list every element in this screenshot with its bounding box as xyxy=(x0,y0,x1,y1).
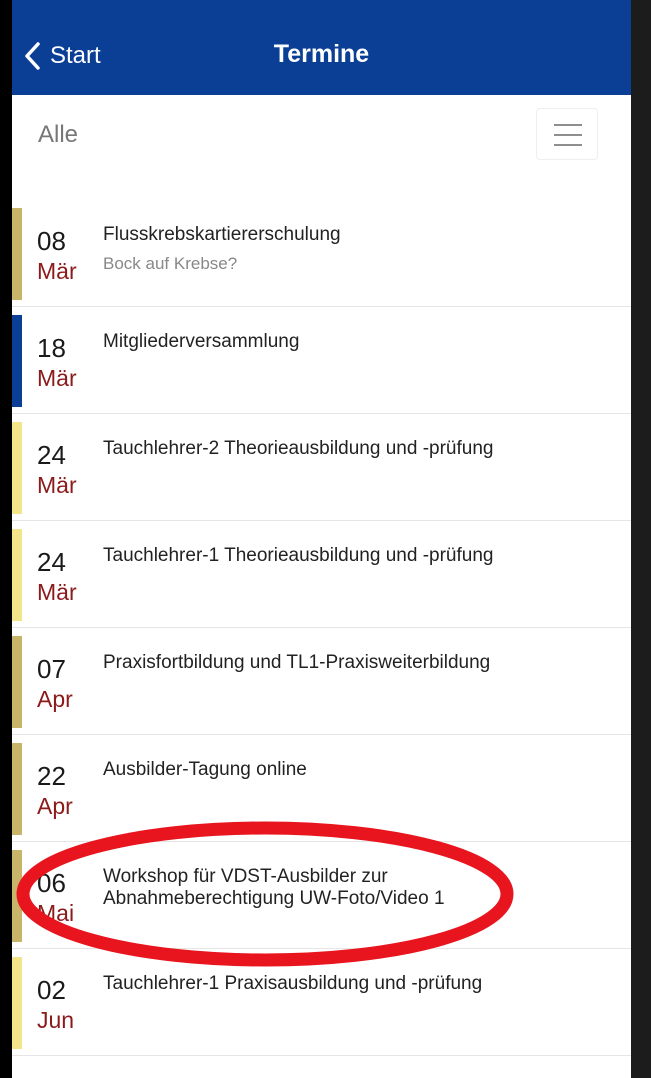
hamburger-menu-icon xyxy=(554,124,582,126)
event-row[interactable]: 08 Mär Flusskrebskartiererschulung Bock auf… xyxy=(12,200,631,307)
navigation-bar: Start Termine xyxy=(12,0,631,95)
event-day: 24 xyxy=(37,547,66,577)
event-month: Mär xyxy=(37,579,77,605)
category-color-bar xyxy=(12,208,22,300)
event-day: 24 xyxy=(37,440,66,470)
event-day: 22 xyxy=(37,761,66,791)
category-color-bar xyxy=(12,850,22,942)
category-color-bar xyxy=(12,315,22,407)
category-color-bar xyxy=(12,529,22,621)
event-month: Mär xyxy=(37,472,77,498)
event-row[interactable]: 02 Jun Tauchlehrer-1 Praxisausbildung und … xyxy=(12,949,631,1056)
filter-label[interactable]: Alle xyxy=(38,121,78,149)
event-row[interactable]: 18 Mär Mitgliederversammlung xyxy=(12,307,631,414)
event-month: Mai xyxy=(37,900,75,926)
hamburger-menu-icon xyxy=(554,144,582,146)
event-title: Tauchlehrer-1 Theorieausbildung und -prü… xyxy=(103,545,494,566)
event-title: Flusskrebskartiererschulung xyxy=(103,224,341,245)
category-color-bar xyxy=(12,957,22,1049)
event-month: Jun xyxy=(37,1007,75,1033)
event-title: Workshop für VDST-Ausbilder zur Abnahmeb… xyxy=(103,866,445,909)
event-month: Apr xyxy=(37,686,73,712)
events-list: 08 Mär Flusskrebskartiererschulung Bock auf… xyxy=(12,200,631,1056)
page-title: Termine xyxy=(273,40,370,68)
event-day: 18 xyxy=(37,333,66,363)
event-subtitle: Bock auf Krebse? xyxy=(103,254,238,273)
event-title: Tauchlehrer-2 Theorieausbildung und -prü… xyxy=(103,438,494,459)
app-screen: Start Termine Alle 08 Mär Flusskrebskartie… xyxy=(12,0,631,1078)
event-row[interactable]: 24 Mär Tauchlehrer-1 Theorieausbildung und… xyxy=(12,521,631,628)
event-month: Apr xyxy=(37,793,73,819)
event-month: Mär xyxy=(37,365,77,391)
event-title: Mitgliederversammlung xyxy=(103,331,300,352)
category-color-bar xyxy=(12,422,22,514)
event-row[interactable]: 24 Mär Tauchlehrer-2 Theorieausbildung und… xyxy=(12,414,631,521)
event-month: Mär xyxy=(37,258,77,284)
menu-button[interactable] xyxy=(536,108,598,160)
event-day: 08 xyxy=(37,226,66,256)
device-edge xyxy=(631,0,651,1078)
category-color-bar xyxy=(12,743,22,835)
category-color-bar xyxy=(12,636,22,728)
event-day: 02 xyxy=(37,975,66,1005)
event-title: Tauchlehrer-1 Praxisausbildung und -prüf… xyxy=(103,973,483,994)
event-title: Ausbilder-Tagung online xyxy=(103,759,307,780)
event-row[interactable]: 06 Mai Workshop für VDST-Ausbilder zur Abn… xyxy=(12,842,631,949)
hamburger-menu-icon xyxy=(554,134,582,136)
event-row[interactable]: 22 Apr Ausbilder-Tagung online xyxy=(12,735,631,842)
event-day: 06 xyxy=(37,868,66,898)
event-day: 07 xyxy=(37,654,66,684)
event-row[interactable]: 07 Apr Praxisfortbildung und TL1-Praxiswei… xyxy=(12,628,631,735)
event-title: Praxisfortbildung und TL1-Praxisweiterbi… xyxy=(103,652,491,673)
